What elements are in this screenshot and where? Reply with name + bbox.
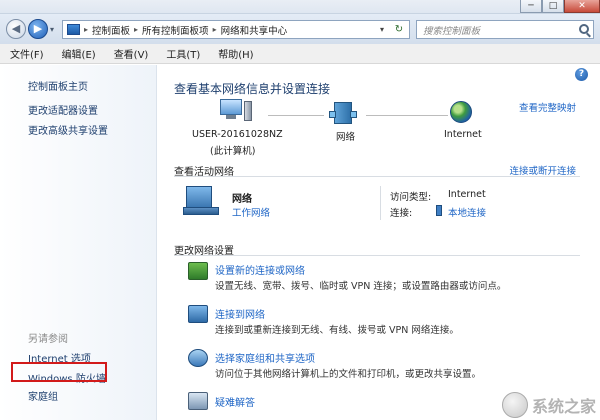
view-full-map-link[interactable]: 查看完整映射 xyxy=(519,100,576,114)
monitor-base-shape xyxy=(226,115,236,119)
firewall-highlight-box xyxy=(11,362,107,382)
breadcrumb-network-center[interactable]: 网络和共享中心 xyxy=(221,23,288,37)
navigation-bar: ◀ ▶ ▾ ▸ 控制面板 ▸ 所有控制面板项 ▸ 网络和共享中心 ▾ ↻ 搜索控… xyxy=(0,14,600,44)
active-network-name: 网络 xyxy=(232,194,252,205)
monitor-shape xyxy=(220,99,242,115)
vertical-divider xyxy=(380,186,381,220)
breadcrumb-separator[interactable]: ▸ xyxy=(213,25,217,34)
close-button[interactable]: ✕ xyxy=(564,0,600,13)
watermark: 系统之家 xyxy=(501,392,596,418)
task-troubleshoot-link[interactable]: 疑难解答 xyxy=(215,394,255,409)
search-icon[interactable] xyxy=(579,24,589,34)
map-link-line xyxy=(268,115,324,116)
access-type-label: 访问类型: xyxy=(390,192,432,203)
page-title: 查看基本网络信息并设置连接 xyxy=(174,82,331,96)
maximize-button[interactable]: □ xyxy=(542,0,564,13)
control-panel-icon xyxy=(67,24,80,35)
map-link-line xyxy=(366,115,448,116)
network-node-label: 网络 xyxy=(336,132,356,143)
task-connect-network-link[interactable]: 连接到网络 xyxy=(215,306,265,321)
menu-bar: 文件(F) 编辑(E) 查看(V) 工具(T) 帮助(H) xyxy=(0,44,600,64)
search-box[interactable]: 搜索控制面板 xyxy=(416,20,594,39)
address-bar[interactable]: ▸ 控制面板 ▸ 所有控制面板项 ▸ 网络和共享中心 ▾ ↻ xyxy=(62,20,410,39)
see-also-heading: 另请参阅 xyxy=(28,334,68,345)
computer-name: USER-20161028NZ xyxy=(192,129,283,140)
task-connect-network-desc: 连接到或重新连接到无线、有线、拨号或 VPN 网络连接。 xyxy=(215,325,459,336)
sidebar-link-advanced-sharing[interactable]: 更改高级共享设置 xyxy=(28,122,108,137)
globe-icon xyxy=(450,101,472,123)
forward-button[interactable]: ▶ xyxy=(28,19,48,39)
back-button[interactable]: ◀ xyxy=(6,19,26,39)
connection-label: 连接: xyxy=(390,208,413,219)
refresh-icon[interactable]: ↻ xyxy=(391,23,407,36)
connect-network-icon xyxy=(188,305,208,323)
internet-node-label: Internet xyxy=(444,129,482,140)
troubleshoot-icon xyxy=(188,392,208,410)
task-homegroup-desc: 访问位于其他网络计算机上的文件和打印机，或更改共享设置。 xyxy=(215,369,482,380)
help-icon[interactable]: ? xyxy=(575,68,588,81)
section-divider xyxy=(174,255,580,256)
address-actions: ▾ ↻ xyxy=(376,23,407,36)
address-dropdown-icon[interactable]: ▾ xyxy=(376,23,388,36)
explorer-window: ─ □ ✕ ◀ ▶ ▾ ▸ 控制面板 ▸ 所有控制面板项 ▸ 网络和共享中心 ▾… xyxy=(0,0,600,420)
breadcrumb-separator: ▸ xyxy=(84,25,89,34)
network-bench-icon xyxy=(183,186,219,215)
sidebar-home-link[interactable]: 控制面板主页 xyxy=(28,78,88,93)
computer-sub-label: (此计算机) xyxy=(210,146,256,157)
tower-shape xyxy=(244,101,252,121)
sidebar-link-homegroup[interactable]: 家庭组 xyxy=(28,388,58,403)
search-input[interactable]: 搜索控制面板 xyxy=(423,23,480,37)
minimize-button[interactable]: ─ xyxy=(520,0,542,13)
menu-edit[interactable]: 编辑(E) xyxy=(62,46,96,61)
sidebar: 控制面板主页 更改适配器设置 更改高级共享设置 另请参阅 Internet 选项… xyxy=(0,65,157,420)
breadcrumb-control-panel[interactable]: 控制面板 xyxy=(92,23,130,37)
main-content: ? 查看基本网络信息并设置连接 查看完整映射 USER-20161028NZ (… xyxy=(158,65,600,420)
title-bar: ─ □ ✕ xyxy=(0,0,600,14)
watermark-logo-icon xyxy=(501,392,528,418)
breadcrumb-separator[interactable]: ▸ xyxy=(134,25,138,34)
task-homegroup-link[interactable]: 选择家庭组和共享选项 xyxy=(215,350,315,365)
computer-node-icon-wrap xyxy=(220,99,256,125)
menu-file[interactable]: 文件(F) xyxy=(10,46,44,61)
section-divider xyxy=(174,176,580,177)
breadcrumb-all-items[interactable]: 所有控制面板项 xyxy=(142,23,209,37)
adapter-icon xyxy=(436,205,442,216)
sidebar-link-adapter-settings[interactable]: 更改适配器设置 xyxy=(28,102,98,117)
connect-disconnect-link[interactable]: 连接或断开连接 xyxy=(509,163,576,177)
access-type-value: Internet xyxy=(448,189,486,200)
network-icon xyxy=(329,102,357,124)
watermark-text: 系统之家 xyxy=(531,397,596,416)
new-connection-icon xyxy=(188,262,208,280)
task-new-connection-desc: 设置无线、宽带、拨号、临时或 VPN 连接；或设置路由器或访问点。 xyxy=(215,281,507,292)
computer-icon xyxy=(220,99,252,121)
homegroup-icon xyxy=(188,349,208,367)
window-controls: ─ □ ✕ xyxy=(520,0,600,14)
menu-tools[interactable]: 工具(T) xyxy=(166,46,200,61)
network-node[interactable] xyxy=(329,102,357,124)
internet-node[interactable] xyxy=(450,101,472,123)
menu-help[interactable]: 帮助(H) xyxy=(218,46,253,61)
network-type-link[interactable]: 工作网络 xyxy=(232,205,270,219)
local-connection-link[interactable]: 本地连接 xyxy=(448,205,486,219)
history-dropdown-icon[interactable]: ▾ xyxy=(50,25,54,34)
task-new-connection-link[interactable]: 设置新的连接或网络 xyxy=(215,262,305,277)
menu-view[interactable]: 查看(V) xyxy=(114,46,149,61)
